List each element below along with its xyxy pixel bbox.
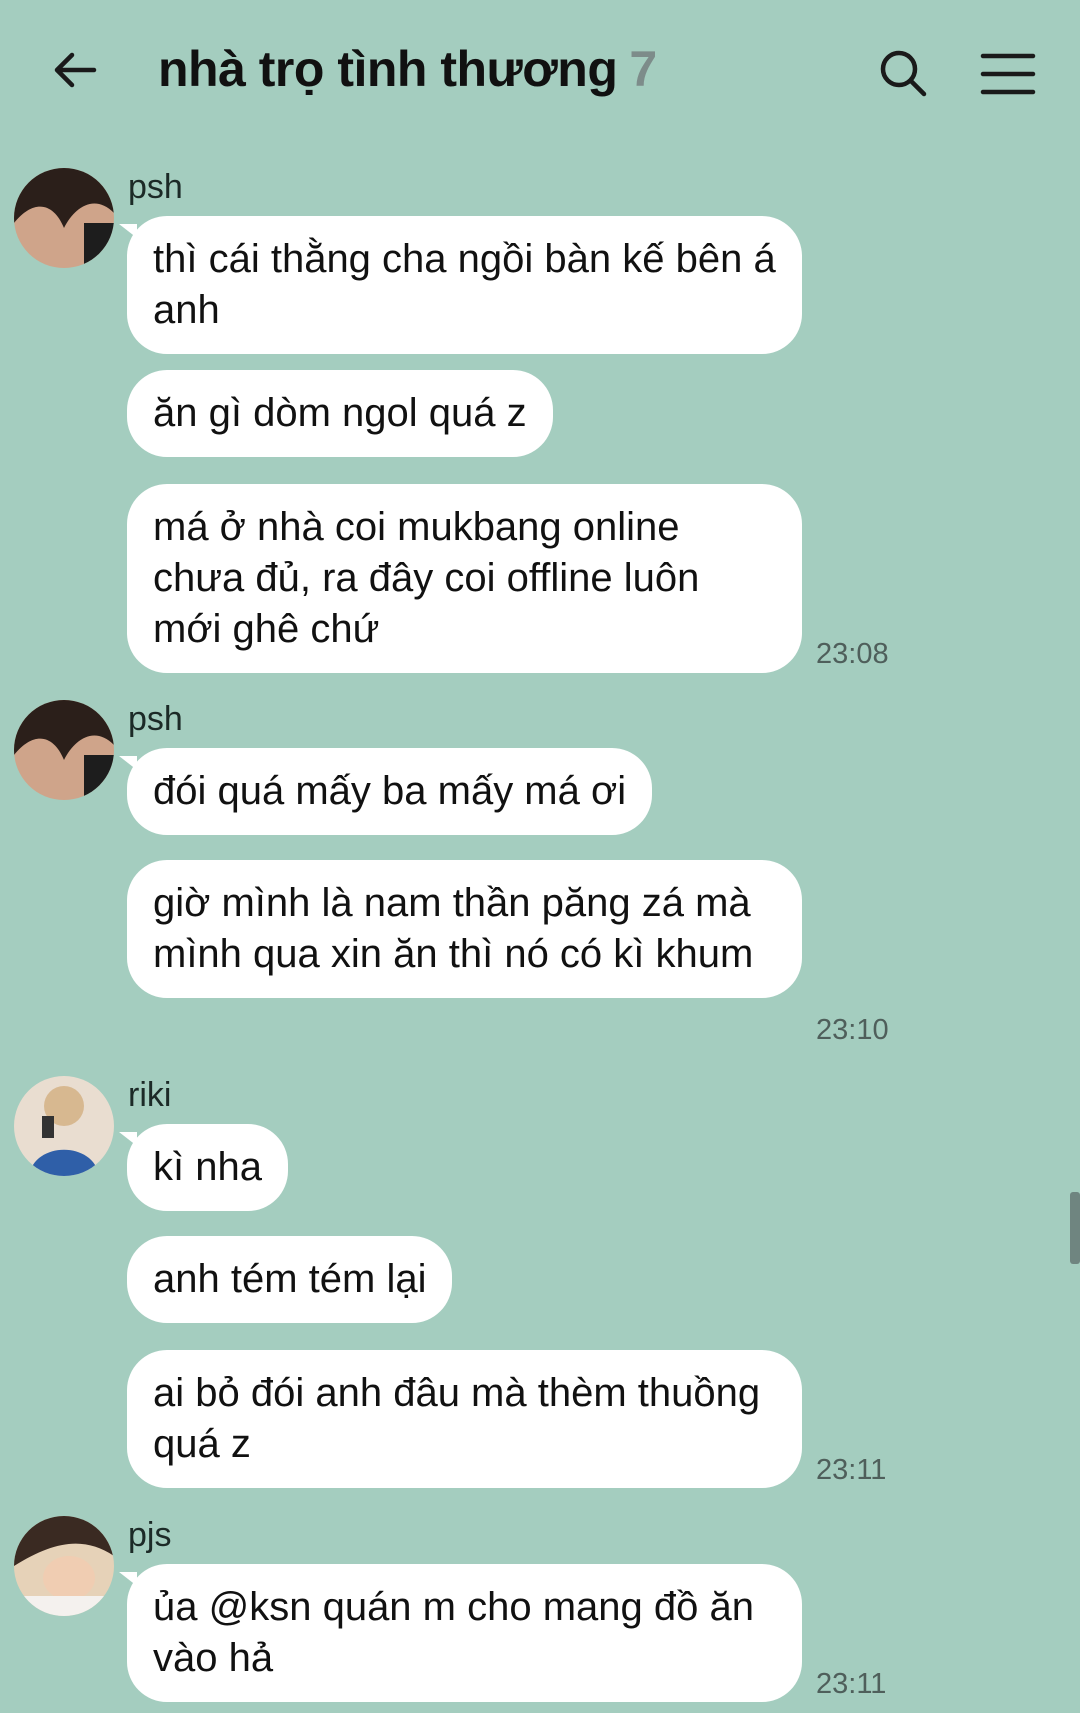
user-avatar-icon xyxy=(14,1516,114,1616)
avatar[interactable] xyxy=(14,700,114,800)
member-count: 7 xyxy=(629,41,657,97)
message-bubble[interactable]: kì nha xyxy=(119,1124,288,1211)
message-bubble[interactable]: má ở nhà coi mukbang online chưa đủ, ra … xyxy=(127,484,802,673)
message-bubble[interactable]: ai bỏ đói anh đâu mà thèm thuồng quá z xyxy=(127,1350,802,1488)
menu-button[interactable] xyxy=(980,52,1036,96)
sender-name: psh xyxy=(128,700,183,738)
scrollbar-thumb[interactable] xyxy=(1070,1192,1080,1264)
message-bubble[interactable]: đói quá mấy ba mấy má ơi xyxy=(118,748,653,835)
message-timestamp: 23:10 xyxy=(816,1014,889,1046)
message-bubble[interactable]: anh tém tém lại xyxy=(127,1236,453,1323)
search-icon xyxy=(880,50,927,97)
message-bubble[interactable]: ăn gì dòm ngol quá z xyxy=(127,370,553,457)
back-button[interactable] xyxy=(50,45,100,95)
sender-name: pjs xyxy=(128,1516,172,1554)
chat-header: nhà trọ tình thương 7 xyxy=(0,0,1080,150)
message-timestamp: 23:08 xyxy=(816,638,889,670)
user-avatar-icon xyxy=(14,700,114,800)
arrow-left-icon xyxy=(54,52,97,88)
group-name: nhà trọ tình thương xyxy=(158,41,618,97)
sender-name: psh xyxy=(128,168,183,206)
avatar[interactable] xyxy=(14,168,114,268)
sender-name: riki xyxy=(128,1076,172,1114)
message-timestamp: 23:11 xyxy=(816,1668,887,1700)
message-bubble[interactable]: giờ mình là nam thần păng zá mà mình qua… xyxy=(127,860,802,998)
message-bubble[interactable]: ủa @ksn quán m cho mang đồ ăn vào hả xyxy=(119,1564,802,1702)
search-button[interactable] xyxy=(878,48,928,98)
message-timestamp: 23:11 xyxy=(816,1454,887,1486)
message-bubble[interactable]: thì cái thằng cha ngồi bàn kế bên á anh xyxy=(119,216,802,354)
avatar[interactable] xyxy=(14,1516,114,1616)
chat-title: nhà trọ tình thương 7 xyxy=(158,40,657,98)
hamburger-menu-icon xyxy=(980,53,1036,95)
user-avatar-icon xyxy=(14,168,114,268)
avatar[interactable] xyxy=(14,1076,114,1176)
user-avatar-icon xyxy=(14,1076,114,1176)
